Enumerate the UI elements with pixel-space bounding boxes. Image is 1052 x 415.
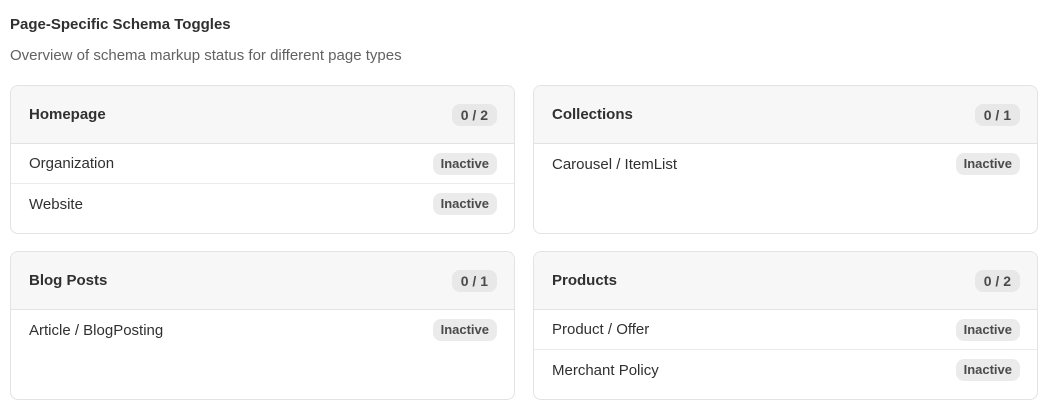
status-badge: Inactive — [955, 359, 1020, 381]
card-blog-posts: Blog Posts 0 / 1 Article / BlogPosting I… — [10, 251, 515, 400]
schema-label: Article / BlogPosting — [29, 321, 164, 339]
schema-label: Website — [29, 195, 83, 213]
schema-row-product-offer: Product / Offer Inactive — [534, 310, 1037, 350]
card-collections: Collections 0 / 1 Carousel / ItemList In… — [533, 85, 1038, 234]
card-header: Products 0 / 2 — [534, 252, 1037, 310]
schema-row-carousel: Carousel / ItemList Inactive — [534, 144, 1037, 184]
card-homepage: Homepage 0 / 2 Organization Inactive Web… — [10, 85, 515, 234]
card-title: Collections — [552, 106, 633, 123]
count-badge: 0 / 1 — [974, 103, 1020, 126]
count-badge: 0 / 2 — [974, 269, 1020, 292]
status-badge: Inactive — [955, 153, 1020, 175]
schema-label: Carousel / ItemList — [552, 155, 678, 173]
status-badge: Inactive — [432, 152, 497, 175]
status-badge: Inactive — [432, 193, 497, 215]
schema-label: Product / Offer — [552, 321, 650, 338]
card-header: Homepage 0 / 2 — [11, 86, 514, 144]
page-title: Page-Specific Schema Toggles — [10, 16, 231, 33]
card-title: Blog Posts — [29, 272, 108, 289]
card-title: Products — [552, 272, 618, 289]
schema-label: Organization — [29, 155, 115, 172]
card-header: Blog Posts 0 / 1 — [11, 252, 514, 310]
count-badge: 0 / 2 — [451, 103, 497, 126]
schema-cards-grid: Homepage 0 / 2 Organization Inactive Web… — [10, 85, 1038, 400]
status-badge: Inactive — [955, 318, 1020, 341]
card-title: Homepage — [29, 106, 106, 123]
card-products: Products 0 / 2 Product / Offer Inactive … — [533, 251, 1038, 400]
page-subtitle: Overview of schema markup status for dif… — [10, 47, 402, 64]
card-header: Collections 0 / 1 — [534, 86, 1037, 144]
status-badge: Inactive — [432, 319, 497, 341]
count-badge: 0 / 1 — [451, 269, 497, 292]
schema-row-article: Article / BlogPosting Inactive — [11, 310, 514, 350]
schema-row-merchant-policy: Merchant Policy Inactive — [534, 350, 1037, 390]
schema-row-website: Website Inactive — [11, 184, 514, 224]
schema-label: Merchant Policy — [552, 361, 659, 379]
schema-row-organization: Organization Inactive — [11, 144, 514, 184]
